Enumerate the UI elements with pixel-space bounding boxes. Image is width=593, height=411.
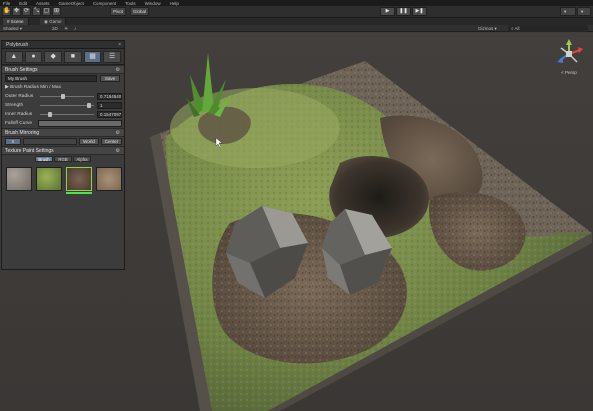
brush-sliders: Outer Radius 0.7154540 Strength 1 Inner Radi… [2, 92, 124, 119]
scene-tab-icon: # [7, 19, 10, 24]
mirror-space-button[interactable]: World [79, 138, 99, 145]
sand-texture-swatch[interactable] [96, 167, 122, 191]
polybrush-title-bar[interactable]: Polybrush × [2, 41, 124, 49]
slider-handle[interactable] [47, 112, 52, 117]
game-tab-icon: ◉ [44, 19, 48, 24]
falloff-curve-field[interactable] [38, 120, 122, 127]
menu-item-file[interactable]: File [3, 1, 10, 6]
scene-options-bar: Shaded ▾ 2D ☀ ♪ Gizmos ▾ ⌕ All [0, 25, 593, 32]
shading-mode-dropdown[interactable]: Shaded ▾ [3, 25, 22, 32]
hand-tool-icon[interactable]: ✋ [2, 7, 11, 16]
toolbar: ✋ ✥ ⟳ ⤡ ▢ ⊞ Pivot Global ▶ ❚❚ ▶❚ ▾ ▾ [0, 6, 593, 18]
shading-mode-label: Shaded [3, 26, 19, 31]
slider-handle[interactable] [61, 94, 65, 99]
global-toggle[interactable]: Global [130, 7, 150, 16]
tab-game-label: Game [49, 19, 62, 24]
brush-radius-row[interactable]: ▶ Brush Radius Min / Max [2, 83, 124, 92]
menu-item-gameobject[interactable]: GameObject [59, 1, 84, 6]
slider-track[interactable] [40, 96, 94, 97]
orientation-gizmo[interactable]: < Persp [553, 38, 585, 78]
scene-search-input[interactable]: ⌕ All [508, 25, 588, 32]
scene-tab-bar: # Scene ◉ Game [0, 18, 593, 25]
rect-tool-icon[interactable]: ▢ [42, 7, 51, 16]
slider-value-field[interactable]: 0.7154540 [97, 93, 122, 100]
layers-dropdown[interactable]: ▾ [560, 7, 576, 16]
tab-scene-label: Scene [10, 19, 24, 24]
slider-row: Inner Radius 0.1547097 [2, 110, 124, 119]
slider-row: Strength 1 [2, 101, 124, 110]
texture-tab-rgb[interactable]: RGB [54, 156, 72, 162]
texture-swatches [2, 163, 124, 197]
mirror-axis-spacer [23, 138, 77, 145]
brush-settings-label: Brush Settings [5, 67, 38, 73]
scale-tool-icon[interactable]: ⤡ [32, 7, 41, 16]
close-icon[interactable]: × [118, 41, 121, 49]
brush-preset-dropdown[interactable]: My Brush [5, 75, 97, 82]
mode-2d-toggle[interactable]: 2D [52, 25, 58, 32]
audio-toggle-icon[interactable]: ♪ [74, 25, 76, 32]
polybrush-panel: Polybrush × ▲ ● ◆ ■ ▦ ☰ Brush Settings ⚙ My B… [1, 40, 125, 270]
mode-smooth-icon[interactable]: ● [24, 51, 43, 63]
mode-prefab-icon[interactable]: ■ [64, 51, 82, 63]
layout-dropdown[interactable]: ▾ [577, 7, 591, 16]
save-brush-button[interactable]: Save [100, 75, 120, 82]
gizmos-label: Gizmos [478, 26, 494, 31]
brush-mirroring-label: Brush Mirroring [5, 130, 40, 136]
texture-paint-label: Texture Paint Settings [5, 148, 54, 154]
search-placeholder: All [514, 26, 520, 31]
texture-tab-alpha[interactable]: Alpha [73, 156, 91, 162]
slider-value-field[interactable]: 1 [97, 102, 122, 109]
rock-texture-swatch[interactable] [6, 167, 32, 191]
tab-game[interactable]: ◉ Game [40, 18, 67, 25]
brush-preset-row: My Brush Save [2, 74, 124, 83]
mode-settings-icon[interactable]: ☰ [103, 51, 122, 63]
menu-item-window[interactable]: Window [145, 1, 161, 6]
brush-mirroring-header[interactable]: Brush Mirroring ⚙ [2, 128, 124, 137]
step-button[interactable]: ▶❚ [412, 7, 427, 16]
menu-item-help[interactable]: Help [170, 1, 179, 6]
mode-color-icon[interactable]: ◆ [44, 51, 63, 63]
projection-label[interactable]: < Persp [553, 70, 585, 75]
rotate-tool-icon[interactable]: ⟳ [22, 7, 31, 16]
search-icon: ⌕ [511, 26, 514, 31]
brush-settings-header[interactable]: Brush Settings ⚙ [2, 65, 124, 74]
menu-item-component[interactable]: Component [93, 1, 116, 6]
selected-swatch-indicator [66, 192, 92, 194]
slider-value-field[interactable]: 0.1547097 [97, 111, 122, 118]
slider-label: Outer Radius [5, 94, 34, 99]
axis-gizmo-icon[interactable] [553, 38, 585, 70]
mode-texture-icon[interactable]: ▦ [83, 51, 102, 63]
slider-handle[interactable] [86, 103, 91, 108]
texture-paint-tabs: Brush RGB Alpha [2, 155, 124, 163]
falloff-row: Falloff Curve [2, 119, 124, 128]
play-button[interactable]: ▶ [380, 7, 395, 16]
slider-label: Strength [5, 103, 24, 108]
menu-item-edit[interactable]: Edit [19, 1, 27, 6]
slider-row: Outer Radius 0.7154540 [2, 92, 124, 101]
mirroring-row: X World Center [2, 137, 124, 146]
transform-tool-icon[interactable]: ⊞ [52, 7, 61, 16]
tab-scene[interactable]: # Scene [3, 18, 29, 25]
menu-item-tools[interactable]: Tools [125, 1, 136, 6]
pivot-toggle[interactable]: Pivot [110, 7, 127, 16]
pause-button[interactable]: ❚❚ [396, 7, 411, 16]
brush-radius-label: Brush Radius Min / Max [10, 85, 61, 90]
lighting-toggle-icon[interactable]: ☀ [64, 25, 68, 32]
grass-texture-swatch[interactable] [36, 167, 62, 191]
mirror-axis-x-button[interactable]: X [5, 138, 21, 145]
slider-label: Inner Radius [5, 112, 33, 117]
mode-sculpt-icon[interactable]: ▲ [5, 51, 23, 63]
move-tool-icon[interactable]: ✥ [12, 7, 21, 16]
polybrush-mode-toolbar: ▲ ● ◆ ■ ▦ ☰ [2, 49, 124, 65]
slider-track[interactable] [40, 105, 94, 106]
texture-tab-brush[interactable]: Brush [35, 156, 53, 162]
texture-paint-header[interactable]: Texture Paint Settings ⚙ [2, 146, 124, 155]
gizmos-dropdown[interactable]: Gizmos ▾ [478, 25, 497, 32]
menu-item-assets[interactable]: Assets [36, 1, 50, 6]
mirror-center-button[interactable]: Center [101, 138, 122, 145]
foldout-arrow-icon: ▶ [5, 85, 9, 90]
falloff-label: Falloff Curve [5, 121, 33, 126]
polybrush-title: Polybrush [6, 42, 29, 48]
dirt-texture-swatch[interactable] [66, 167, 92, 191]
